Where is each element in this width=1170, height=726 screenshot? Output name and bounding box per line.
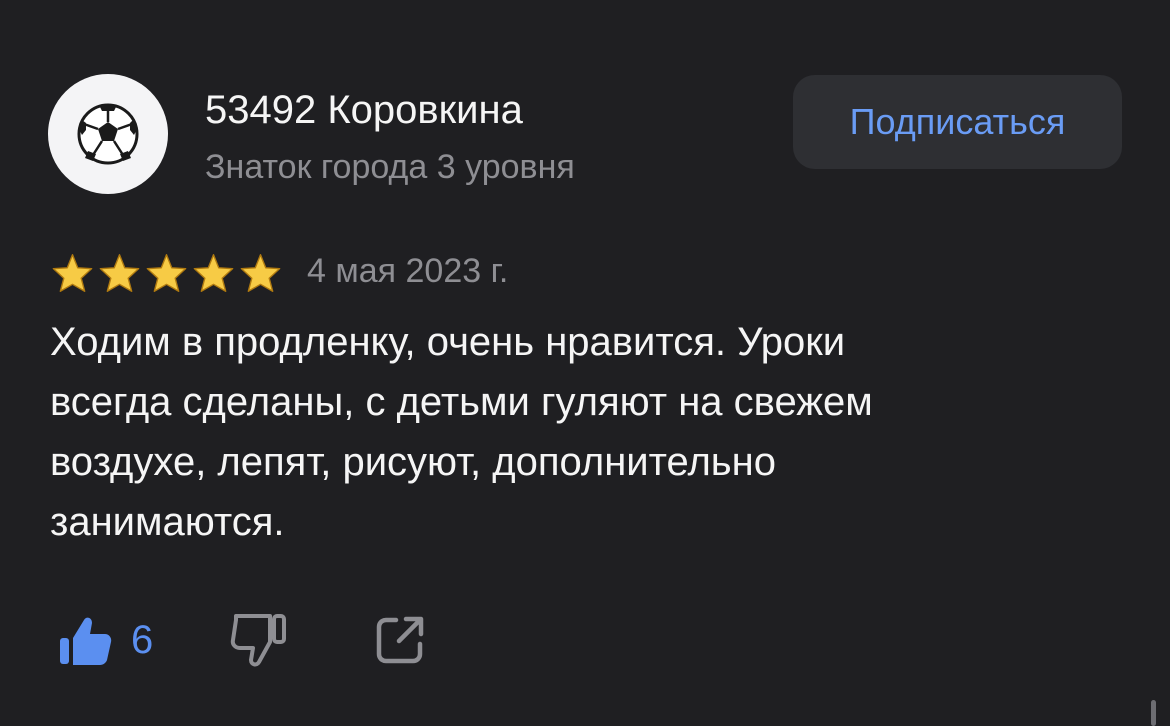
share-button[interactable] [372, 612, 428, 668]
review-text-line: всегда сделаны, с детьми гуляют на свеже… [50, 380, 873, 424]
like-count: 6 [131, 618, 154, 662]
scrollbar[interactable] [1151, 700, 1156, 726]
share-icon [376, 616, 424, 664]
star-icon [146, 254, 187, 292]
author-name[interactable]: 53492 Коровкина [205, 86, 523, 134]
author-status: Знаток города 3 уровня [205, 148, 575, 186]
thumbs-up-icon [60, 617, 112, 665]
star-rating [50, 253, 283, 292]
review-text: Ходим в продленку, очень нравится. Уроки… [50, 312, 1090, 552]
star-icon [52, 254, 93, 292]
review-text-line: воздухе, лепят, рисуют, дополнительно [50, 440, 776, 484]
review-date: 4 мая 2023 г. [307, 252, 509, 290]
review-text-line: занимаются. [50, 500, 285, 544]
user-avatar[interactable] [48, 74, 168, 194]
subscribe-button[interactable]: Подписаться [793, 75, 1122, 169]
star-icon [99, 254, 140, 292]
review-actions: 6 [0, 600, 1170, 680]
star-icon [193, 254, 234, 292]
soccer-ball-icon [77, 103, 139, 165]
dislike-button[interactable] [226, 610, 290, 670]
star-icon [240, 254, 281, 292]
review-text-line: Ходим в продленку, очень нравится. Уроки [50, 320, 846, 364]
like-button[interactable]: 6 [57, 610, 153, 670]
review-card: 53492 Коровкина Знаток города 3 уровня П… [0, 0, 1170, 726]
thumbs-down-icon [230, 614, 286, 667]
